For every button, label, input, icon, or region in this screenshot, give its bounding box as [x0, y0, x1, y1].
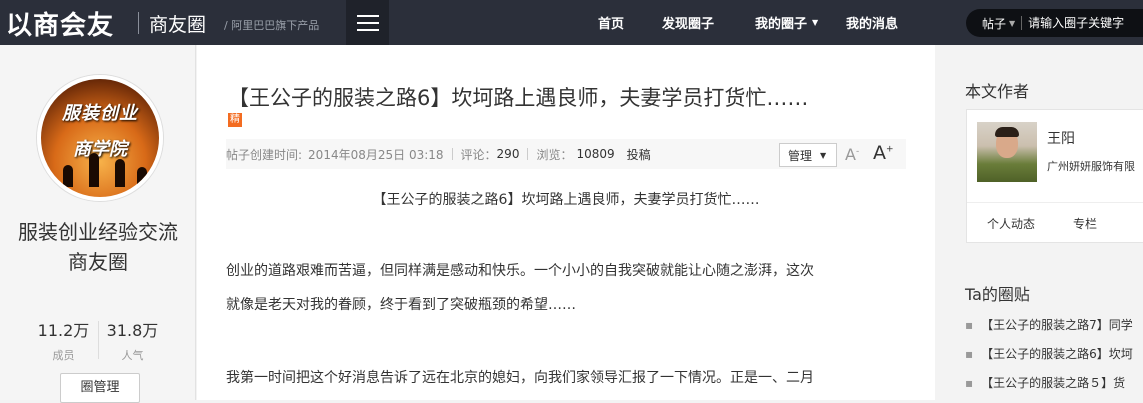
- posts-section-title: Ta的圈贴: [965, 285, 1030, 304]
- avatar-silhouette: [137, 167, 147, 187]
- nav-discover-circles[interactable]: 发现圈子: [662, 0, 714, 45]
- author-tabs: 个人动态 专栏: [967, 202, 1143, 244]
- search-box: 帖子 ▼: [966, 9, 1143, 37]
- article-title: 【王公子的服装之路6】坎坷路上遇良师，夫妻学员打货忙……: [228, 86, 809, 110]
- decrease-font-button[interactable]: A-: [845, 145, 859, 164]
- group-sidebar: 服装创业 商学院 服装创业经验交流商友圈 11.2万 成员 31.8万 人气 圈…: [0, 45, 196, 403]
- group-manage-button[interactable]: 圈管理: [60, 373, 140, 403]
- chevron-down-icon: ▼: [812, 18, 819, 27]
- stat-members-value: 11.2万: [37, 321, 90, 340]
- created-value: 2014年08月25日 03:18: [308, 147, 444, 162]
- group-avatar-text-2: 商学院: [73, 139, 127, 160]
- stat-popularity: 31.8万 人气: [99, 317, 167, 363]
- nav-my-messages[interactable]: 我的消息: [846, 0, 898, 45]
- avatar-silhouette: [89, 153, 99, 187]
- bullet-icon: ▪: [965, 347, 974, 361]
- list-item[interactable]: ▪ 【王公子的服装之路6】坎坷: [965, 340, 1143, 369]
- chevron-down-icon: ▼: [820, 150, 827, 160]
- decrease-font-label: A: [845, 145, 856, 164]
- author-card: 王阳 广州妍妍服饰有限 个人动态 专栏: [966, 109, 1143, 243]
- bullet-icon: ▪: [965, 318, 974, 332]
- created-label: 帖子创建时间:: [226, 147, 303, 162]
- meta-divider: [451, 148, 453, 160]
- right-sidebar: 本文作者 王阳 广州妍妍服饰有限 个人动态 专栏 Ta的圈贴 ▪ 【王公子的服装之…: [936, 45, 1143, 400]
- author-section-title: 本文作者: [965, 82, 1030, 101]
- stat-popularity-value: 31.8万: [106, 321, 159, 340]
- top-navigation-bar: 以商会友 商友圈 / 阿里巴巴旗下产品 首页 发现圈子 我的圈子 ▼ 我的消息 …: [0, 0, 1143, 45]
- post-title: 【王公子的服装之路6】坎坷: [981, 347, 1133, 361]
- bullet-icon: ▪: [965, 376, 974, 390]
- manage-dropdown-label: 管理: [788, 148, 813, 163]
- author-post-list: ▪ 【王公子的服装之路7】同学 ▪ 【王公子的服装之路6】坎坷 ▪ 【王公子的服装之路…: [965, 311, 1143, 398]
- stat-members-label: 成员: [52, 349, 75, 362]
- post-title: 【王公子的服装之路５】货: [981, 376, 1126, 390]
- author-company: 广州妍妍服饰有限: [1047, 160, 1135, 173]
- logo-divider: [138, 12, 139, 34]
- search-scope-dropdown[interactable]: 帖子 ▼: [982, 15, 1015, 32]
- meta-divider: [527, 148, 529, 160]
- post-title: 【王公子的服装之路7】同学: [981, 318, 1133, 332]
- menu-icon[interactable]: [346, 0, 389, 45]
- tab-personal-activity[interactable]: 个人动态: [967, 215, 1055, 232]
- nav-home[interactable]: 首页: [598, 0, 624, 45]
- decrease-font-sign: -: [855, 146, 860, 157]
- list-item[interactable]: ▪ 【王公子的服装之路7】同学: [965, 311, 1143, 340]
- site-tagline: / 阿里巴巴旗下产品: [224, 19, 320, 32]
- increase-font-label: A: [873, 142, 886, 164]
- search-input[interactable]: [1028, 16, 1139, 30]
- article-paragraph-line: 就像是老天对我的眷顾，终于看到了突破瓶颈的希望……: [226, 297, 576, 313]
- list-item[interactable]: ▪ 【王公子的服装之路５】货: [965, 369, 1143, 398]
- views-label: 浏览：: [536, 147, 573, 162]
- avatar-silhouette: [63, 165, 73, 187]
- author-hair: [995, 127, 1019, 137]
- nav-my-circles[interactable]: 我的圈子 ▼: [755, 0, 818, 45]
- increase-font-sign: +: [886, 144, 894, 155]
- author-avatar[interactable]: [977, 122, 1037, 182]
- increase-font-button[interactable]: A+: [873, 142, 894, 164]
- featured-badge: 精: [228, 113, 242, 127]
- avatar-silhouette: [115, 159, 125, 187]
- search-divider: [1021, 16, 1023, 30]
- tab-column[interactable]: 专栏: [1055, 215, 1115, 232]
- manage-dropdown[interactable]: 管理 ▼: [779, 143, 837, 167]
- article-paragraph-line: 创业的道路艰难而苦逼，但同样满是感动和快乐。一个小小的自我突破就能让心随之澎湃，…: [226, 263, 814, 279]
- article-heading: 【王公子的服装之路6】坎坷路上遇良师，夫妻学员打货忙……: [372, 192, 760, 208]
- submit-post-link[interactable]: 投稿: [627, 146, 651, 163]
- author-name[interactable]: 王阳: [1047, 128, 1075, 148]
- article-panel: 【王公子的服装之路6】坎坷路上遇良师，夫妻学员打货忙…… 精 帖子创建时间: 2…: [197, 45, 935, 400]
- site-logo[interactable]: 以商会友: [6, 6, 114, 41]
- group-name[interactable]: 服装创业经验交流商友圈: [10, 217, 186, 277]
- chevron-down-icon: ▼: [1009, 18, 1016, 28]
- site-subbrand[interactable]: 商友圈: [149, 10, 206, 37]
- comments-label: 评论：: [460, 147, 497, 162]
- views-count: 10809: [576, 147, 615, 161]
- stat-popularity-label: 人气: [121, 349, 144, 362]
- comments-count: 290: [496, 147, 520, 161]
- stat-members: 11.2万 成员: [30, 317, 98, 363]
- article-paragraph-line: 我第一时间把这个好消息告诉了远在北京的媳妇，向我们家领导汇报了一下情况。正是一、…: [226, 370, 814, 386]
- search-scope-label: 帖子: [982, 16, 1007, 31]
- nav-my-circles-label: 我的圈子: [755, 17, 808, 32]
- group-stats: 11.2万 成员 31.8万 人气: [0, 317, 196, 363]
- group-avatar-text-1: 服装创业: [62, 103, 138, 124]
- group-avatar[interactable]: 服装创业 商学院: [37, 75, 163, 201]
